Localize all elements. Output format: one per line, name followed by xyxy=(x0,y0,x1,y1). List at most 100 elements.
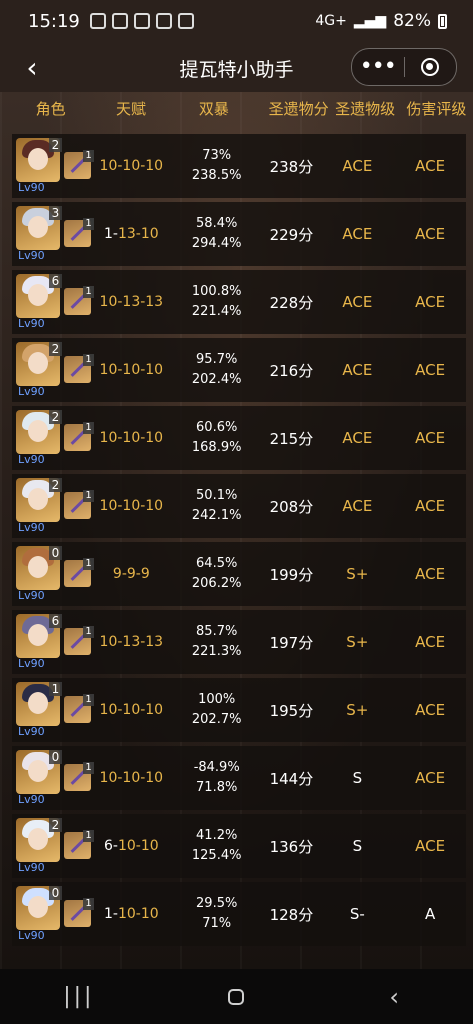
character-avatar-group: 1 Lv90 1 xyxy=(12,678,94,742)
crit-rate: 100.8% xyxy=(191,284,242,299)
x-icon xyxy=(133,13,150,29)
talent-value: 10-10-10 xyxy=(99,770,164,786)
crit-damage: 71.8% xyxy=(196,780,238,795)
character-avatar-group: 0 Lv90 1 xyxy=(12,542,94,606)
damage-grade: ACE xyxy=(415,497,446,515)
talent-part-low: 1- xyxy=(103,226,118,242)
refine-badge: 1 xyxy=(83,490,94,502)
talent-cell: 10-10-10 xyxy=(92,770,172,786)
damage-grade: ACE xyxy=(415,157,446,175)
table-row[interactable]: 0 Lv90 1 1-10-10 29.5% 71% 128分 S- A xyxy=(12,882,466,946)
avatar-face xyxy=(28,896,48,918)
crit-rate: 100% xyxy=(198,692,236,707)
close-button[interactable] xyxy=(405,58,457,76)
character-avatar-group: 3 Lv90 1 xyxy=(12,202,94,266)
damage-grade: ACE xyxy=(415,429,446,447)
artifact-grade: ACE xyxy=(342,225,373,243)
artifact-score: 197分 xyxy=(269,633,314,652)
refine-badge: 1 xyxy=(83,150,94,162)
twitch-icon xyxy=(177,13,194,29)
artifact-score: 136分 xyxy=(269,837,314,856)
artifact-grade: S+ xyxy=(346,565,369,583)
header-artifact-grade: 圣遗物级 xyxy=(335,99,396,118)
avatar-face xyxy=(28,216,48,238)
table-row[interactable]: 3 Lv90 1 1-13-10 58.4% 294.4% 229分 ACE A… xyxy=(12,202,466,266)
refine-badge: 1 xyxy=(83,762,94,774)
constellation-badge: 1 xyxy=(49,682,62,696)
avatar-face xyxy=(28,624,48,646)
artifact-score: 144分 xyxy=(269,769,314,788)
back-button[interactable]: ‹ xyxy=(14,49,50,85)
crit-cell: 50.1% 242.1% xyxy=(171,486,262,526)
header-character: 角色 xyxy=(35,99,66,118)
talent-value: 10-10-10 xyxy=(99,158,164,174)
avatar-face xyxy=(28,420,48,442)
artifact-grade: S xyxy=(352,769,363,787)
artifact-grade: S- xyxy=(349,905,365,923)
android-nav-bar: ||| ‹ xyxy=(0,969,473,1024)
crit-rate: 60.6% xyxy=(196,420,238,435)
crit-cell: 60.6% 168.9% xyxy=(171,418,262,458)
crit-rate: -84.9% xyxy=(193,760,240,775)
table-header: 角色 天赋 双暴 圣遗物分 圣遗物级 伤害评级 xyxy=(0,92,473,124)
table-row[interactable]: 0 Lv90 1 9-9-9 64.5% 206.2% 199分 S+ ACE xyxy=(12,542,466,606)
table-row[interactable]: 6 Lv90 1 10-13-13 85.7% 221.3% 197分 S+ A… xyxy=(12,610,466,674)
artifact-grade: ACE xyxy=(342,429,373,447)
artifact-score: 199分 xyxy=(269,565,314,584)
constellation-badge: 2 xyxy=(49,478,62,492)
table-row[interactable]: 2 Lv90 1 6-10-10 41.2% 125.4% 136分 S ACE xyxy=(12,814,466,878)
crit-damage: 221.4% xyxy=(191,304,242,319)
crit-cell: 100% 202.7% xyxy=(171,690,262,730)
character-avatar-group: 0 Lv90 1 xyxy=(12,746,94,810)
level-label: Lv90 xyxy=(18,793,45,806)
character-avatar-group: 6 Lv90 1 xyxy=(12,270,94,334)
title-bar: ‹ 提瓦特小助手 ••• xyxy=(0,42,473,92)
talent-cell: 10-13-13 xyxy=(92,294,172,310)
refine-badge: 1 xyxy=(83,830,94,842)
level-label: Lv90 xyxy=(18,725,45,738)
table-row[interactable]: 2 Lv90 1 10-10-10 73% 238.5% 238分 ACE AC… xyxy=(12,134,466,198)
table-row[interactable]: 1 Lv90 1 10-10-10 100% 202.7% 195分 S+ AC… xyxy=(12,678,466,742)
header-artifact-score: 圣遗物分 xyxy=(268,99,329,118)
crit-damage: 242.1% xyxy=(191,508,242,523)
constellation-badge: 0 xyxy=(49,750,62,764)
talent-part-high: 10-10 xyxy=(117,838,159,854)
table-row[interactable]: 6 Lv90 1 10-13-13 100.8% 221.4% 228分 ACE… xyxy=(12,270,466,334)
table-row[interactable]: 2 Lv90 1 10-10-10 60.6% 168.9% 215分 ACE … xyxy=(12,406,466,470)
crit-cell: 29.5% 71% xyxy=(171,894,262,934)
level-label: Lv90 xyxy=(18,317,45,330)
table-row[interactable]: 2 Lv90 1 10-10-10 95.7% 202.4% 216分 ACE … xyxy=(12,338,466,402)
header-crit: 双暴 xyxy=(198,99,229,118)
damage-grade: ACE xyxy=(415,225,446,243)
back-nav-button[interactable]: ‹ xyxy=(364,977,424,1017)
more-dots-icon: ••• xyxy=(359,54,397,79)
crit-damage: 71% xyxy=(202,916,232,931)
home-button[interactable] xyxy=(206,977,266,1017)
artifact-score: 216分 xyxy=(269,361,314,380)
battery-percent: 82% xyxy=(393,11,431,31)
talent-cell: 10-13-13 xyxy=(92,634,172,650)
refine-badge: 1 xyxy=(83,558,94,570)
crit-cell: 41.2% 125.4% xyxy=(171,826,262,866)
crit-rate: 58.4% xyxy=(196,216,238,231)
crit-damage: 125.4% xyxy=(191,848,242,863)
talent-cell: 10-10-10 xyxy=(92,702,172,718)
twitch-icon xyxy=(155,13,172,29)
constellation-badge: 3 xyxy=(49,206,62,220)
talent-part-low: 6- xyxy=(103,838,118,854)
constellation-badge: 2 xyxy=(49,342,62,356)
constellation-badge: 2 xyxy=(49,138,62,152)
constellation-badge: 0 xyxy=(49,546,62,560)
character-avatar-group: 0 Lv90 1 xyxy=(12,882,94,946)
talent-value: 10-10-10 xyxy=(99,430,164,446)
status-time: 15:19 xyxy=(28,10,80,32)
table-row[interactable]: 2 Lv90 1 10-10-10 50.1% 242.1% 208分 ACE … xyxy=(12,474,466,538)
recents-button[interactable]: ||| xyxy=(49,977,109,1017)
damage-grade: A xyxy=(424,905,436,923)
level-label: Lv90 xyxy=(18,589,45,602)
more-button[interactable]: ••• xyxy=(352,56,404,78)
crit-damage: 206.2% xyxy=(191,576,242,591)
character-avatar-group: 2 Lv90 1 xyxy=(12,406,94,470)
table-row[interactable]: 0 Lv90 1 10-10-10 -84.9% 71.8% 144分 S AC… xyxy=(12,746,466,810)
notification-icons xyxy=(89,13,194,29)
